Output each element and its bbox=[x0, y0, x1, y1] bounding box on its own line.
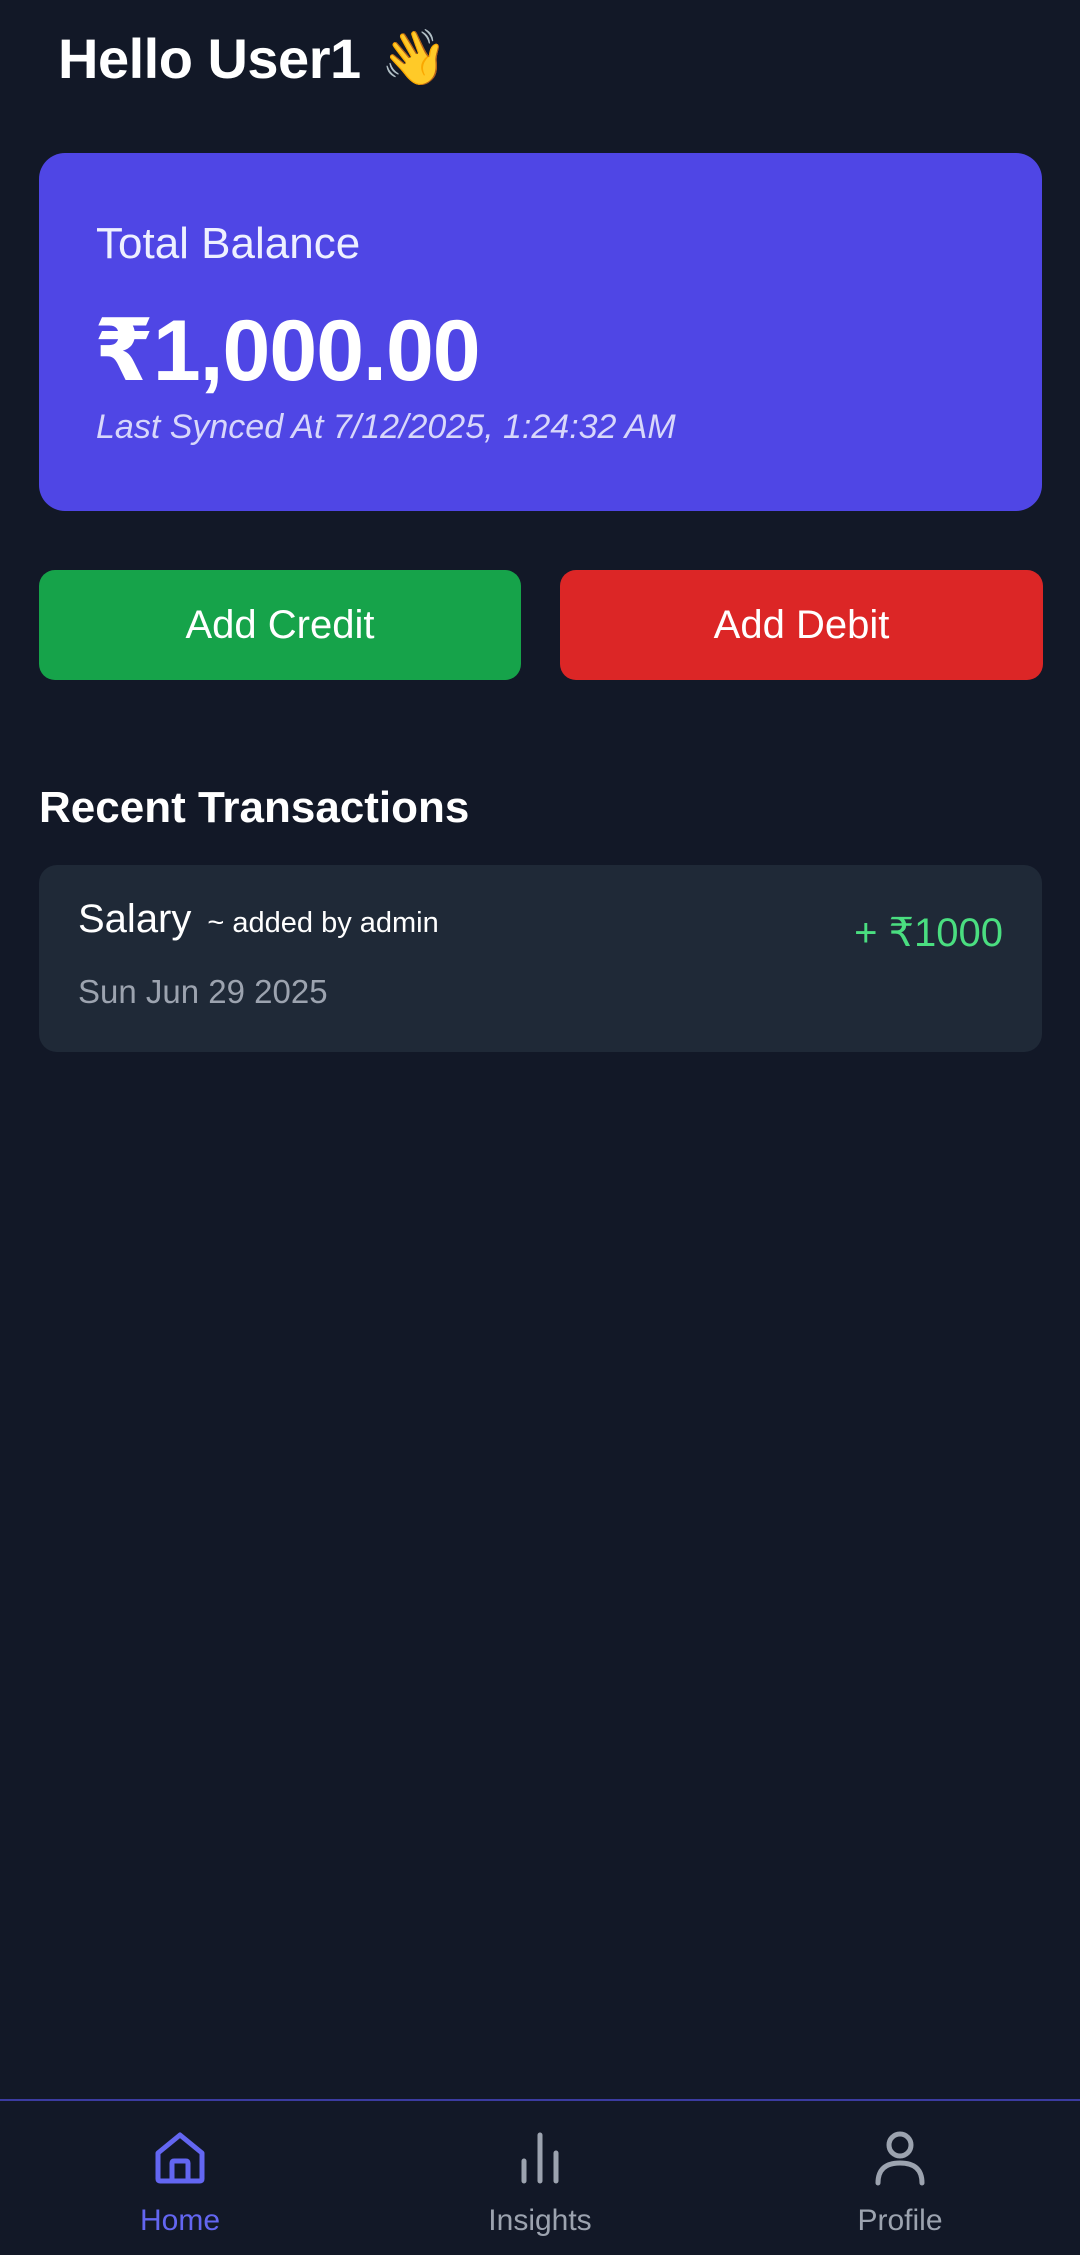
transaction-date: Sun Jun 29 2025 bbox=[78, 973, 328, 1010]
bottom-navigation: Home Insights Profile bbox=[0, 2099, 1080, 2255]
transaction-added-by: ~ added by admin bbox=[207, 907, 439, 939]
transaction-name: Salary bbox=[78, 897, 192, 941]
transaction-title-row: Salary ~ added by admin bbox=[78, 897, 439, 942]
balance-amount: ₹1,000.00 bbox=[94, 303, 481, 399]
last-synced-text: Last Synced At 7/12/2025, 1:24:32 AM bbox=[96, 408, 676, 446]
nav-label-profile: Profile bbox=[857, 2204, 943, 2237]
balance-card: Total Balance ₹1,000.00 Last Synced At 7… bbox=[39, 153, 1042, 511]
recent-transactions-title: Recent Transactions bbox=[39, 783, 470, 832]
bar-chart-icon bbox=[521, 2132, 559, 2184]
nav-item-profile[interactable]: Profile bbox=[720, 2101, 1080, 2255]
greeting-header: Hello User1 👋 bbox=[58, 22, 448, 94]
nav-item-insights[interactable]: Insights bbox=[360, 2101, 720, 2255]
add-credit-button[interactable]: Add Credit bbox=[39, 570, 521, 680]
nav-label-home: Home bbox=[139, 2204, 221, 2237]
transaction-amount: + ₹1000 bbox=[854, 911, 1003, 955]
balance-label: Total Balance bbox=[96, 219, 361, 268]
nav-label-insights: Insights bbox=[488, 2204, 592, 2237]
greeting-text: Hello User1 bbox=[58, 26, 361, 90]
user-icon bbox=[875, 2131, 925, 2186]
add-debit-button[interactable]: Add Debit bbox=[560, 570, 1043, 680]
home-screen: Hello User1 👋 Total Balance ₹1,000.00 La… bbox=[0, 0, 1080, 2255]
nav-item-home[interactable]: Home bbox=[0, 2101, 360, 2255]
transaction-item[interactable]: Salary ~ added by admin Sun Jun 29 2025 … bbox=[39, 865, 1042, 1052]
waving-hand-icon: 👋 bbox=[380, 26, 448, 89]
home-icon bbox=[155, 2132, 205, 2184]
